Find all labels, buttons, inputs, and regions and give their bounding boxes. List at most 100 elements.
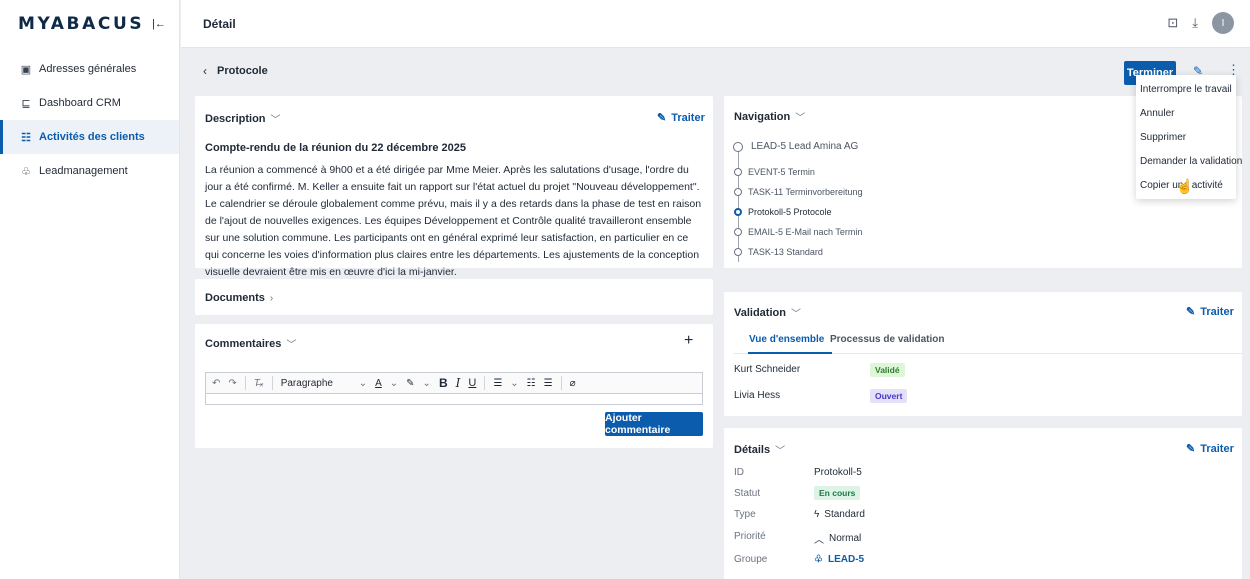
status-badge: En cours (814, 486, 861, 500)
align-icon[interactable]: ☰ (493, 378, 502, 389)
avatar[interactable]: I (1212, 12, 1234, 34)
record-title: Protocole (217, 65, 268, 77)
people-icon: ♧ (814, 554, 823, 565)
back-chevron-icon[interactable]: ‹ (203, 64, 207, 78)
comment-editor[interactable] (205, 394, 703, 405)
numbered-list-icon[interactable]: ☰ (544, 378, 553, 389)
tree-item-label: LEAD-5 Lead Amina AG (751, 141, 859, 152)
tree-item[interactable]: TASK-13 Standard (734, 247, 823, 257)
highlight-icon[interactable]: ✎ (406, 378, 414, 389)
tree-item[interactable]: EMAIL-5 E-Mail nach Termin (734, 227, 862, 237)
menu-item-interrompre[interactable]: Interrompre le travail (1136, 77, 1236, 101)
details-title-text: Détails (734, 443, 771, 456)
type-value-text: Standard (824, 509, 865, 520)
active-tab-indicator (748, 352, 832, 354)
field-label: Statut (734, 488, 761, 499)
sidebar-item-label: Dashboard CRM (39, 97, 121, 109)
sidebar-item-adresses-generales[interactable]: ▣ Adresses générales (0, 52, 179, 86)
add-comment-button[interactable]: Ajouter commentaire (605, 412, 703, 436)
chart-icon: ⊑ (21, 97, 31, 110)
sidebar-item-leadmanagement[interactable]: ♧ Leadmanagement (0, 154, 179, 188)
validation-card: Validation ﹀ ✎ Traiter Vue d'ensemble Pr… (724, 292, 1242, 416)
chevron-down-icon[interactable]: ⌄ (423, 378, 431, 389)
tree-item-root[interactable]: LEAD-5 Lead Amina AG (733, 141, 858, 152)
sidebar-nav: ▣ Adresses générales ⊑ Dashboard CRM ☷ A… (0, 48, 179, 188)
status-badge: Ouvert (870, 389, 908, 403)
comments-title[interactable]: Commentaires ﹀ (205, 336, 703, 352)
chevron-down-icon: ﹀ (790, 309, 801, 320)
menu-item-supprimer[interactable]: Supprimer (1136, 125, 1236, 149)
sidebar-item-label: Adresses générales (39, 63, 137, 75)
menu-item-demander-validation[interactable]: Demander la validation (1136, 149, 1242, 173)
field-label: ID (734, 467, 744, 478)
chevron-down-icon: ﹀ (286, 340, 297, 351)
description-card: Description ﹀ ✎ Traiter Compte-rendu de … (195, 96, 713, 278)
traiter-label: Traiter (1200, 442, 1234, 455)
italic-icon[interactable]: I (456, 376, 461, 390)
bullet-list-icon[interactable]: ☷ (527, 378, 536, 389)
validation-title[interactable]: Validation ﹀ (734, 305, 1232, 321)
tree-item[interactable]: EVENT-5 Termin (734, 167, 815, 177)
undo-icon[interactable]: ↶ (212, 378, 220, 389)
validation-title-text: Validation (734, 306, 786, 319)
description-title[interactable]: Description ﹀ (205, 111, 703, 127)
add-comment-plus-icon[interactable]: + (684, 332, 693, 350)
bold-icon[interactable]: B (439, 376, 448, 390)
page-title: Détail (203, 16, 236, 31)
tree-item-current[interactable]: Protokoll-5 Protocole (734, 207, 832, 217)
pencil-icon: ✎ (1186, 306, 1196, 318)
documents-title[interactable]: Documents › (205, 292, 703, 304)
description-traiter-button[interactable]: ✎ Traiter (657, 111, 705, 125)
tree-item-label: EVENT-5 Termin (748, 167, 815, 177)
tree-node-icon (733, 141, 743, 152)
chevron-down-icon[interactable]: ⌄ (390, 378, 398, 389)
tree-item[interactable]: TASK-11 Terminvorbereitung (734, 187, 863, 197)
bolt-icon: ϟ (814, 509, 820, 520)
download-icon[interactable]: ⤓ (1192, 15, 1198, 31)
menu-item-copier-activite[interactable]: Copier une activité (1136, 173, 1236, 197)
info-panel-icon[interactable]: ⊡ (1167, 15, 1178, 31)
clear-format-icon[interactable]: T̶ₓ (254, 378, 264, 389)
sidebar-item-label: Leadmanagement (39, 165, 128, 177)
chevron-down-icon[interactable]: ⌄ (359, 378, 367, 389)
traiter-label: Traiter (671, 111, 705, 124)
tree-node-icon (734, 168, 742, 176)
chevron-down-icon[interactable]: ⌄ (510, 378, 518, 389)
comments-title-text: Commentaires (205, 337, 282, 350)
paragraph-select[interactable]: Paragraphe (281, 378, 351, 389)
group-link[interactable]: ♧ LEAD-5 (814, 554, 864, 565)
sidebar: MYABACUS |← ▣ Adresses générales ⊑ Dashb… (0, 0, 180, 579)
underline-icon[interactable]: U (468, 377, 476, 389)
link-icon[interactable]: ⌀ (570, 378, 576, 389)
details-traiter-button[interactable]: ✎ Traiter (1186, 442, 1234, 456)
toolbar-divider (560, 376, 562, 390)
chevron-down-icon: ﹀ (795, 113, 806, 124)
tree-node-icon (734, 248, 742, 256)
editor-toolbar: ↶ ↷ T̶ₓ Paragraphe ⌄ A ⌄ ✎ ⌄ B I U ☰ ⌄ ☷… (205, 372, 703, 394)
tree-node-icon (734, 228, 742, 236)
pencil-icon: ✎ (1186, 443, 1196, 455)
menu-item-annuler[interactable]: Annuler (1136, 101, 1236, 125)
collapse-left-icon[interactable]: |← (152, 18, 166, 30)
myabacus-logo[interactable]: MYABACUS (18, 14, 144, 34)
sidebar-item-dashboard-crm[interactable]: ⊑ Dashboard CRM (0, 86, 179, 120)
tab-vue-ensemble[interactable]: Vue d'ensemble (749, 334, 824, 345)
toolbar-divider (244, 376, 246, 390)
field-label: Groupe (734, 554, 768, 565)
tree-item-label: TASK-13 Standard (748, 247, 823, 257)
sidebar-item-activites-clients[interactable]: ☷ Activités des clients (0, 120, 179, 154)
traiter-label: Traiter (1200, 305, 1234, 318)
details-title[interactable]: Détails ﹀ (734, 442, 1232, 458)
address-card-icon: ▣ (20, 63, 32, 76)
tab-processus-validation[interactable]: Processus de validation (830, 334, 945, 345)
font-color-icon[interactable]: A (375, 378, 382, 389)
description-title-text: Description (205, 112, 266, 125)
chevron-right-icon: › (269, 292, 274, 304)
type-value: ϟ Standard (814, 509, 865, 520)
top-actions: ⊡ ⤓ I (1167, 12, 1234, 34)
redo-icon[interactable]: ↷ (228, 378, 236, 389)
validation-traiter-button[interactable]: ✎ Traiter (1186, 305, 1234, 319)
chevron-down-icon: ﹀ (775, 446, 786, 457)
tree-node-current-icon (734, 208, 742, 216)
tree-item-label: TASK-11 Terminvorbereitung (748, 187, 863, 197)
